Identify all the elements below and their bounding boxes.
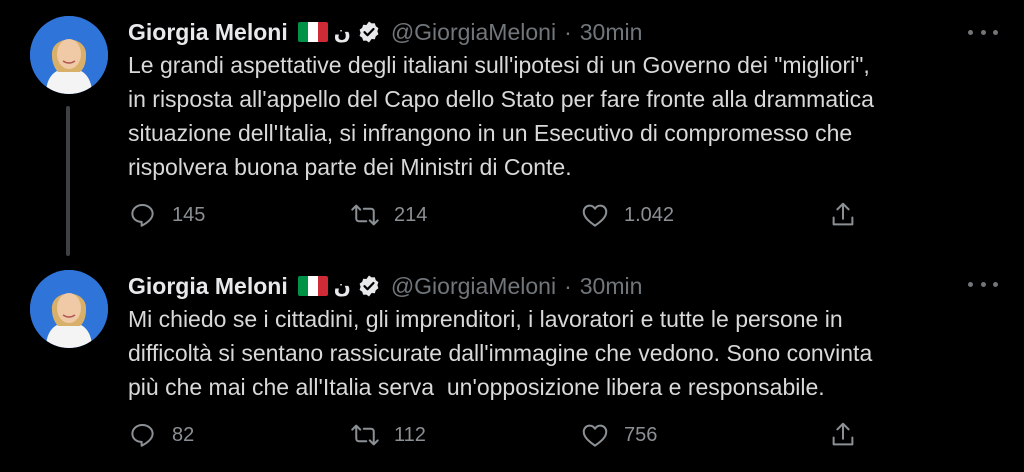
author-handle[interactable]: @GiorgiaMeloni [391, 273, 556, 300]
text-line: più che mai che all'Italia serva un'oppo… [128, 374, 825, 400]
separator-dot: · [564, 18, 572, 45]
share-button[interactable] [828, 200, 858, 230]
share-icon [832, 422, 854, 446]
share-button[interactable] [828, 420, 858, 450]
tweet-actions: 82 112 756 [128, 420, 888, 450]
text-line: Mi chiedo se i cittadini, gli imprendito… [128, 306, 843, 332]
like-count: 756 [624, 423, 658, 446]
tweet-text: Le grandi aspettative degli italiani sul… [128, 48, 1008, 184]
timestamp[interactable]: 30min [580, 273, 643, 300]
retweet-count: 214 [394, 203, 428, 226]
name-suffix: ن [333, 21, 351, 44]
heart-icon [582, 424, 608, 447]
retweet-button[interactable]: 112 [350, 420, 426, 450]
text-line: Le grandi aspettative degli italiani sul… [128, 52, 870, 78]
like-button[interactable]: 756 [580, 420, 657, 450]
text-line: situazione dell'Italia, si infrangono in… [128, 120, 853, 146]
retweet-icon [351, 204, 379, 226]
tweet-actions: 145 214 1.042 [128, 200, 888, 230]
author-name[interactable]: Giorgia Meloni [128, 19, 288, 46]
author-name[interactable]: Giorgia Meloni [128, 273, 288, 300]
avatar[interactable] [30, 16, 108, 94]
reply-button[interactable]: 145 [128, 200, 205, 230]
avatar[interactable] [30, 270, 108, 348]
retweet-count: 112 [394, 423, 426, 446]
text-line: in risposta all'appello del Capo dello S… [128, 86, 874, 112]
reply-icon [131, 424, 154, 447]
tweet[interactable]: Giorgia Meloni ن @GiorgiaMeloni · 30min … [0, 0, 1024, 262]
reply-count: 82 [172, 423, 195, 446]
tweet-header: Giorgia Meloni ن @GiorgiaMeloni · 30min [128, 16, 642, 48]
text-line: difficoltà si sentano rassicurate dall'i… [128, 340, 873, 366]
author-handle[interactable]: @GiorgiaMeloni [391, 19, 556, 46]
text-line: rispolvera buona parte dei Ministri di C… [128, 154, 572, 180]
tweet-header: Giorgia Meloni ن @GiorgiaMeloni · 30min [128, 270, 642, 302]
retweet-icon [351, 424, 379, 446]
more-icon[interactable] [968, 274, 998, 294]
like-button[interactable]: 1.042 [580, 200, 674, 230]
italy-flag-icon [297, 22, 328, 42]
heart-icon [582, 204, 608, 227]
share-icon [832, 202, 854, 226]
timestamp[interactable]: 30min [580, 19, 643, 46]
reply-icon [131, 204, 154, 227]
like-count: 1.042 [624, 203, 675, 226]
retweet-button[interactable]: 214 [350, 200, 427, 230]
italy-flag-icon [297, 276, 328, 296]
name-suffix: ن [333, 275, 351, 298]
tweet[interactable]: Giorgia Meloni ن @GiorgiaMeloni · 30min … [0, 262, 1024, 472]
verified-badge-icon [359, 275, 379, 297]
separator-dot: · [564, 272, 572, 299]
verified-badge-icon [359, 21, 379, 43]
tweet-text: Mi chiedo se i cittadini, gli imprendito… [128, 302, 1008, 404]
more-icon[interactable] [968, 22, 998, 42]
reply-count: 145 [172, 203, 206, 226]
reply-button[interactable]: 82 [128, 420, 194, 450]
